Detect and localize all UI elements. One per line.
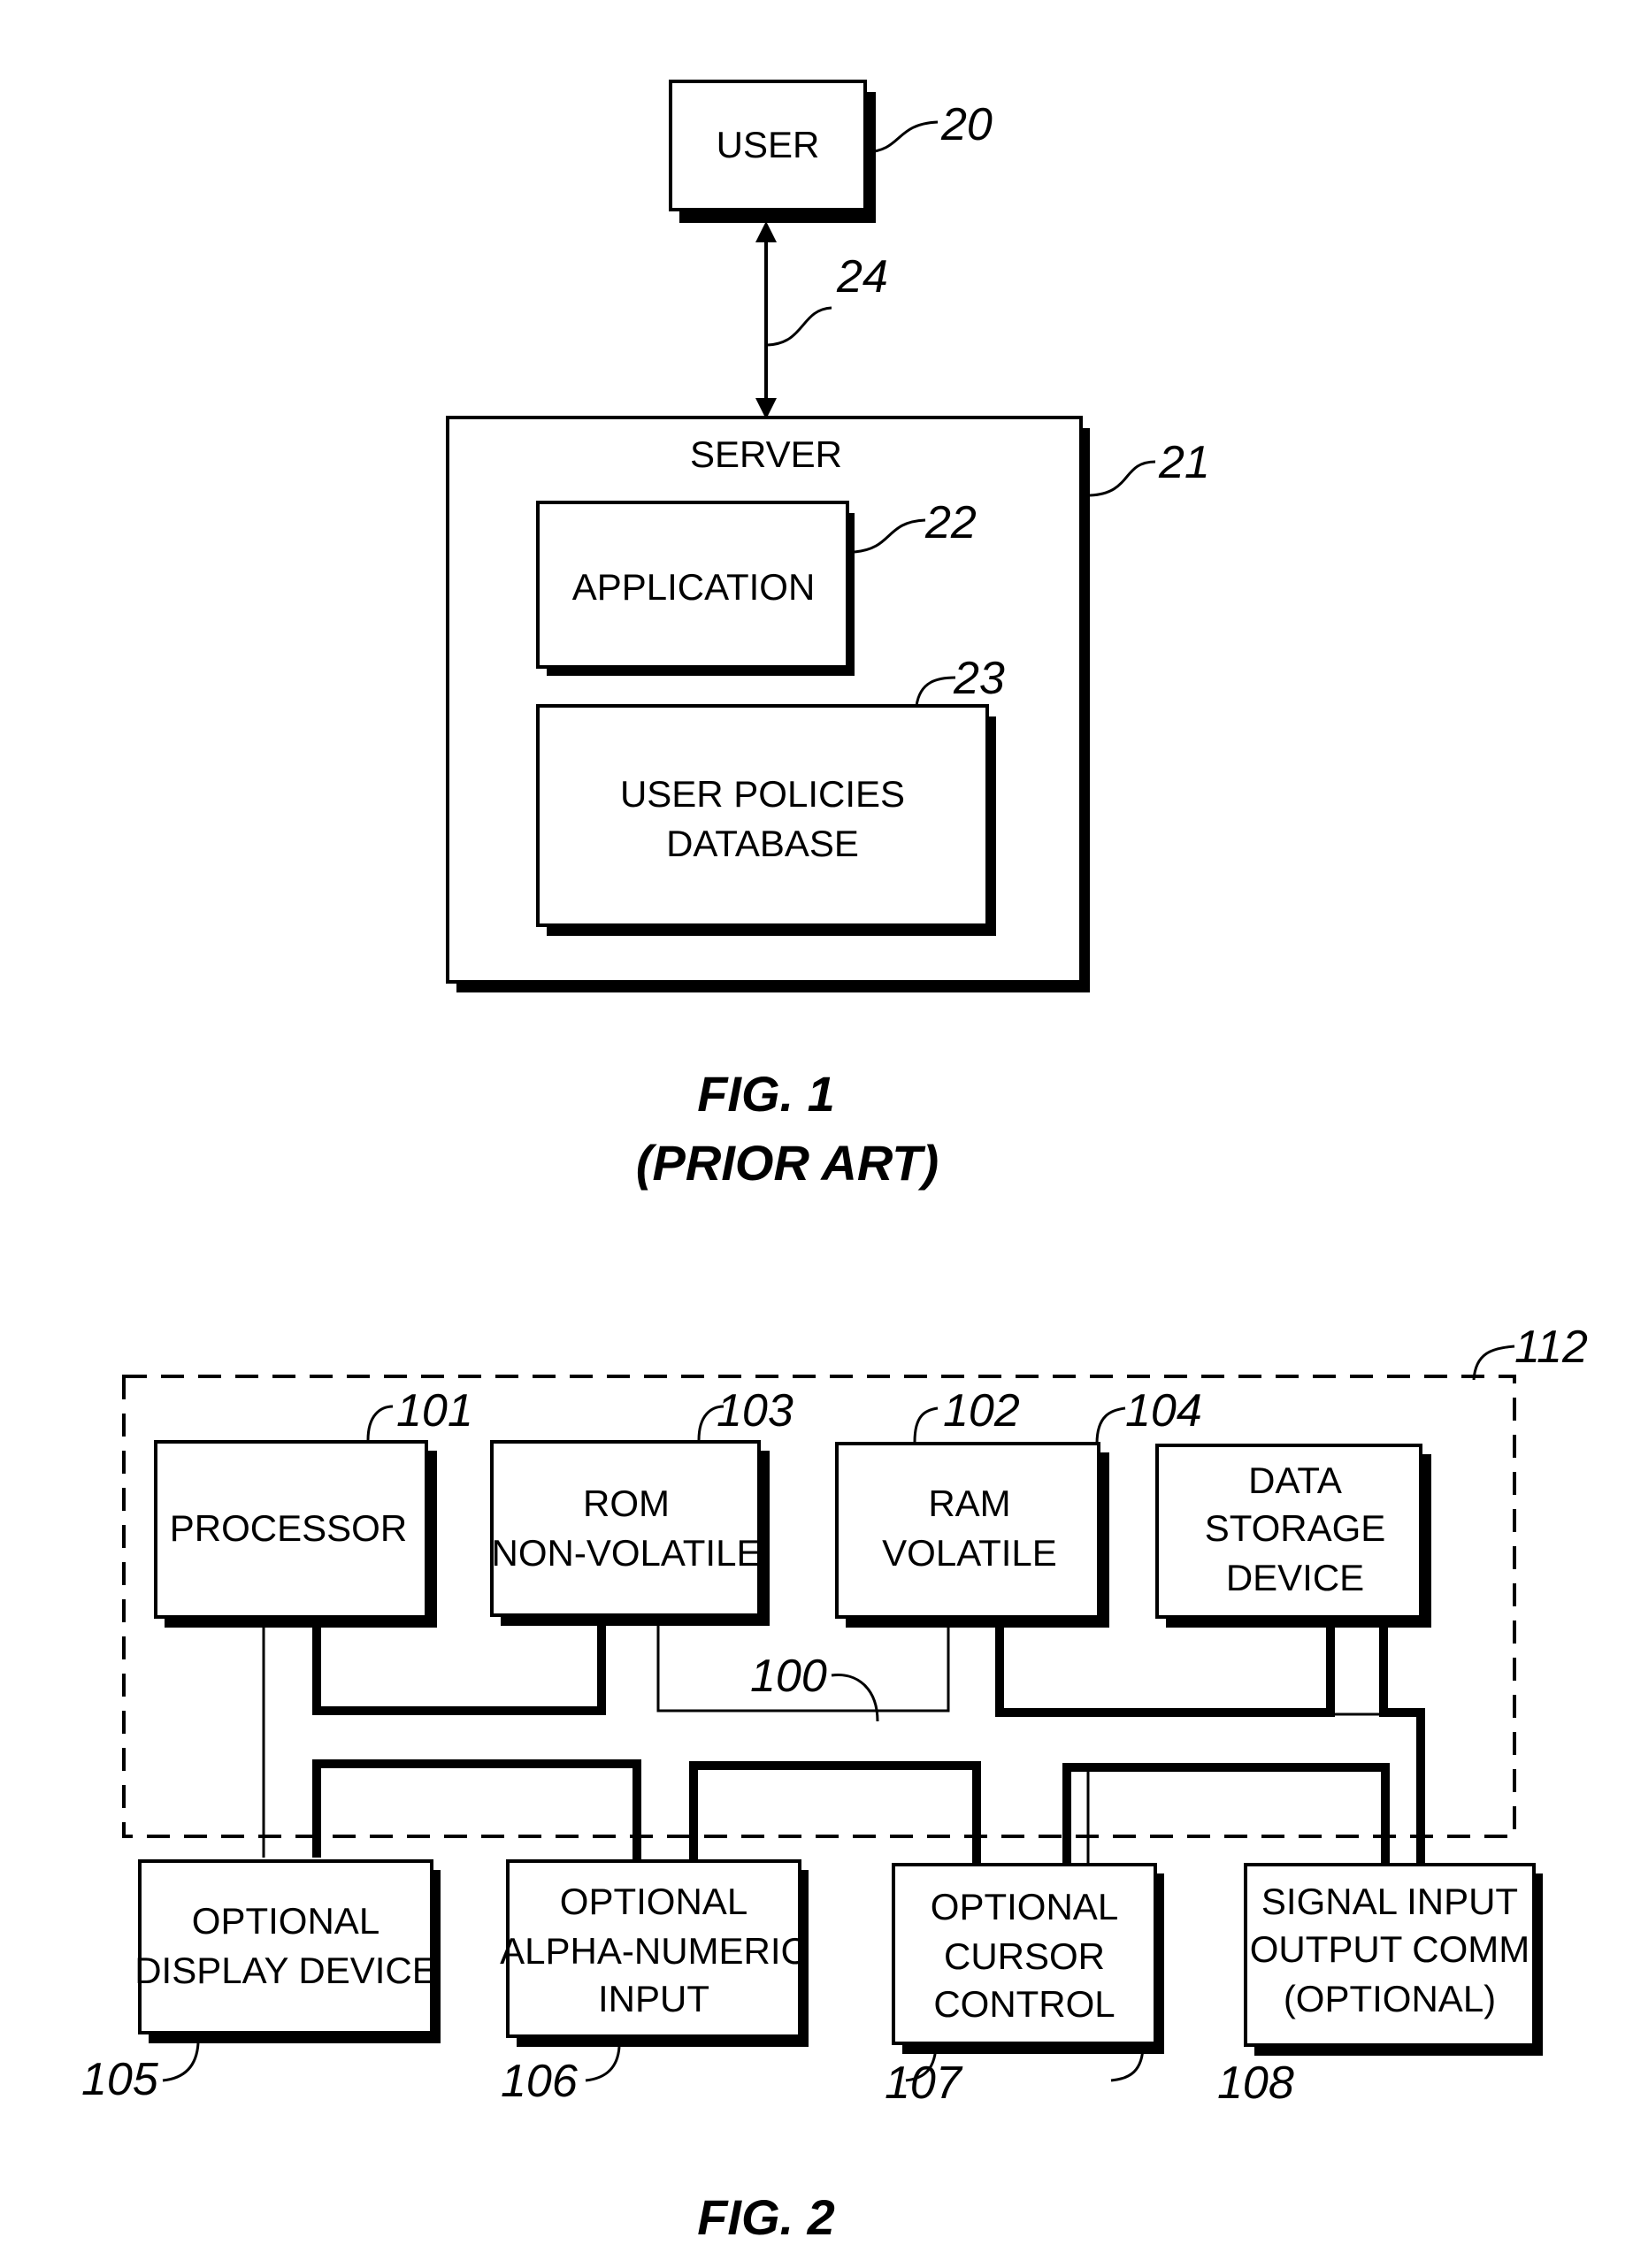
rom-block: ROM NON-VOLATILE — [490, 1440, 770, 1626]
data-storage-label-line1: DATA — [1248, 1460, 1342, 1501]
database-ref: 23 — [953, 653, 1005, 704]
user-ref: 20 — [940, 99, 993, 150]
signal-io-label-line3: (OPTIONAL) — [1284, 1978, 1496, 2019]
processor-ref: 101 — [396, 1385, 473, 1437]
user-policies-database-block: USER POLICIES DATABASE — [536, 704, 996, 936]
cursor-control-label-line3: CONTROL — [933, 1983, 1115, 2025]
database-label-line2: DATABASE — [666, 823, 859, 864]
rom-label-line2: NON-VOLATILE — [492, 1532, 762, 1574]
server-ref: 21 — [1158, 437, 1210, 488]
ram-block: RAM VOLATILE — [835, 1442, 1109, 1628]
display-device-ref: 105 — [81, 2054, 159, 2105]
cursor-control-label-line1: OPTIONAL — [931, 1886, 1118, 1927]
data-storage-block: DATA STORAGE DEVICE — [1155, 1444, 1431, 1628]
bus-100 — [262, 1610, 1425, 1872]
ram-ref: 102 — [943, 1385, 1020, 1437]
alpha-numeric-ref: 106 — [501, 2056, 578, 2107]
alpha-numeric-ref-leader — [585, 2046, 621, 2082]
link-ref: 24 — [836, 251, 888, 303]
display-device-block: OPTIONAL DISPLAY DEVICE — [134, 1859, 441, 2043]
cursor-control-ref: 107 — [885, 2057, 963, 2109]
alpha-numeric-label-line3: INPUT — [598, 1978, 709, 2019]
application-label: APPLICATION — [572, 566, 816, 608]
application-block: APPLICATION — [536, 501, 855, 676]
ram-label-line2: VOLATILE — [882, 1532, 1057, 1574]
patent-drawing-sheet: USER 20 24 SERVER 21 APPLICATION 22 USER… — [81, 80, 1588, 2245]
server-label: SERVER — [690, 433, 842, 475]
display-device-label-line1: OPTIONAL — [192, 1900, 380, 1942]
user-block: USER — [669, 80, 876, 223]
processor-ref-leader — [366, 1405, 394, 1441]
user-ref-leader — [866, 120, 939, 154]
alpha-numeric-label-line1: OPTIONAL — [560, 1881, 748, 1922]
data-storage-ref: 104 — [1125, 1385, 1202, 1437]
data-storage-label-line3: DEVICE — [1226, 1557, 1364, 1598]
alpha-numeric-label-line2: ALPHA-NUMERIC — [500, 1930, 808, 1972]
signal-io-ref: 108 — [1217, 2057, 1294, 2109]
application-ref: 22 — [924, 497, 977, 548]
fig2: 112 100 PROCESSOR 101 ROM NON-VOLATILE 1… — [81, 1322, 1588, 2245]
alpha-numeric-input-block: OPTIONAL ALPHA-NUMERIC INPUT — [500, 1859, 809, 2047]
data-storage-label-line2: STORAGE — [1205, 1507, 1386, 1549]
rom-label-line1: ROM — [583, 1483, 670, 1524]
bus-ref-leader — [831, 1674, 879, 1722]
display-device-ref-leader — [162, 2042, 200, 2082]
bus-ref: 100 — [750, 1651, 827, 1702]
server-ref-leader — [1089, 460, 1156, 497]
enclosure-ref: 112 — [1514, 1322, 1588, 1373]
database-label-line1: USER POLICIES — [620, 773, 905, 815]
display-device-label-line2: DISPLAY DEVICE — [134, 1950, 437, 1991]
cursor-control-block: OPTIONAL CURSOR CONTROL — [892, 1863, 1164, 2054]
ram-label-line1: RAM — [928, 1483, 1010, 1524]
rom-ref: 103 — [717, 1385, 794, 1437]
fig2-caption: FIG. 2 — [697, 2189, 835, 2245]
processor-label: PROCESSOR — [170, 1507, 407, 1549]
signal-io-label-line2: OUTPUT COMM — [1250, 1928, 1530, 1970]
data-storage-ref-leader — [1095, 1406, 1126, 1444]
cursor-control-label-line2: CURSOR — [944, 1935, 1105, 1977]
fig1: USER 20 24 SERVER 21 APPLICATION 22 USER… — [446, 80, 1210, 1191]
signal-io-block: SIGNAL INPUT OUTPUT COMM (OPTIONAL) — [1244, 1863, 1543, 2056]
fig1-caption: FIG. 1 — [697, 1066, 835, 1122]
fig1-subcaption: (PRIOR ART) — [636, 1135, 939, 1191]
link-ref-leader — [767, 306, 832, 347]
user-label: USER — [717, 124, 820, 165]
processor-block: PROCESSOR — [154, 1440, 437, 1628]
signal-io-label-line1: SIGNAL INPUT — [1261, 1881, 1518, 1922]
ram-ref-leader — [913, 1406, 939, 1443]
